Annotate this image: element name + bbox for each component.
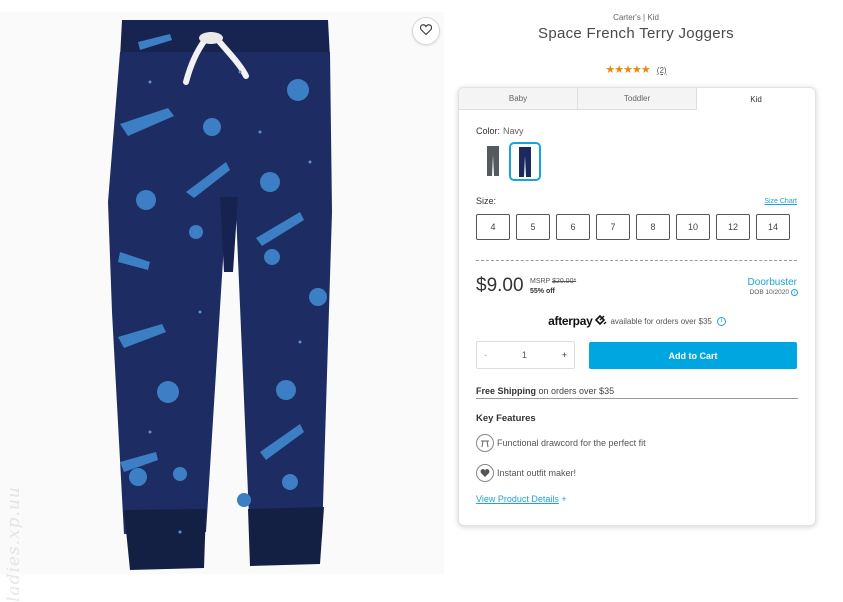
size-chart-link[interactable]: Size Chart <box>764 198 797 205</box>
rating-stars: ★★★★★ <box>605 64 650 76</box>
brand-breadcrumb[interactable]: Carter's | Kid <box>458 13 814 22</box>
watermark: ladies.xp.uu <box>4 486 24 602</box>
quantity-input[interactable]: 1 <box>522 350 527 360</box>
view-product-details-link[interactable]: View Product Details + <box>476 494 567 504</box>
tab-baby[interactable]: Baby <box>459 88 578 110</box>
size-option-8[interactable]: 8 <box>636 214 670 240</box>
product-title: Space French Terry Joggers <box>538 25 734 42</box>
divider-dashed <box>476 260 797 261</box>
msrp-block: MSRP $20.00* 55% off <box>530 277 576 297</box>
key-features-title: Key Features <box>476 413 536 424</box>
color-swatch-gray[interactable] <box>479 143 507 179</box>
feature-item: Functional drawcord for the perfect fit <box>476 434 646 452</box>
color-label-text: Color: <box>476 126 501 136</box>
doorbuster-badge: Doorbuster <box>747 277 797 288</box>
feature-text: Functional drawcord for the perfect fit <box>497 438 646 448</box>
quantity-increase-button[interactable]: + <box>562 350 567 360</box>
feature-item: Instant outfit maker! <box>476 464 576 482</box>
drawcord-icon <box>476 434 494 452</box>
purchase-card: Baby Toddler Kid Color: Navy Size: Size C… <box>458 87 816 526</box>
details-label: View Product Details <box>476 494 559 504</box>
dob-note: DOB 10/2020 i <box>750 289 798 296</box>
quantity-stepper: - 1 + <box>476 341 575 369</box>
add-to-cart-button[interactable]: Add to Cart <box>589 342 797 369</box>
age-tabs: Baby Toddler Kid <box>459 88 815 110</box>
dob-text: DOB 10/2020 <box>749 289 789 296</box>
afterpay-logo: afterpay <box>548 314 593 328</box>
sale-price: $9.00 <box>476 275 524 296</box>
size-option-4[interactable]: 4 <box>476 214 510 240</box>
size-option-6[interactable]: 6 <box>556 214 590 240</box>
afterpay-arrows-icon <box>595 314 607 327</box>
afterpay-info-icon[interactable]: i <box>716 316 726 326</box>
color-swatch-navy[interactable] <box>509 142 541 181</box>
product-image <box>108 20 332 570</box>
size-option-10[interactable]: 10 <box>676 214 710 240</box>
color-value: Navy <box>503 126 524 136</box>
feature-text: Instant outfit maker! <box>497 468 577 478</box>
color-label: Color: Navy <box>476 126 524 136</box>
info-icon[interactable]: i <box>791 289 798 296</box>
size-option-5[interactable]: 5 <box>516 214 550 240</box>
size-option-14[interactable]: 14 <box>756 214 790 240</box>
favorite-button[interactable] <box>412 17 440 45</box>
heart-icon <box>419 22 433 40</box>
size-label: Size: <box>476 196 497 206</box>
shipping-note: Free Shipping on orders over $35 <box>476 386 614 396</box>
afterpay-row: afterpay available for orders over $35 i <box>459 314 815 328</box>
rating[interactable]: ★★★★★ (2) <box>458 63 814 76</box>
quantity-decrease-button[interactable]: - <box>484 350 487 360</box>
product-image-panel[interactable]: ladies.xp.uu <box>0 12 444 602</box>
afterpay-text: available for orders over $35 <box>610 316 712 326</box>
discount-percent: 55% off <box>530 288 555 295</box>
shipping-bold: Free Shipping <box>476 386 537 396</box>
msrp-label: MSRP <box>530 278 551 285</box>
plus-icon: + <box>561 494 567 504</box>
msrp-value: $20.00* <box>552 278 577 285</box>
tab-toddler[interactable]: Toddler <box>578 88 697 110</box>
size-option-12[interactable]: 12 <box>716 214 750 240</box>
tab-kid[interactable]: Kid <box>697 88 815 110</box>
shipping-divider <box>476 398 798 399</box>
size-option-7[interactable]: 7 <box>596 214 630 240</box>
review-count-link[interactable]: (2) <box>657 66 667 75</box>
outfit-maker-icon <box>476 464 494 482</box>
shipping-rest: on orders over $35 <box>538 386 615 396</box>
size-options: 4 5 6 7 8 10 12 14 <box>476 214 790 240</box>
